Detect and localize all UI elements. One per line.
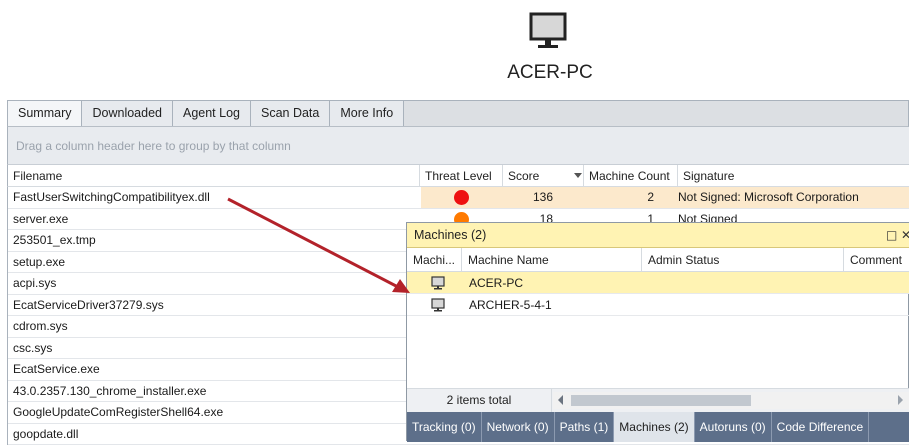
column-header-signature[interactable]: Signature	[678, 165, 909, 187]
filename-cell: 253501_ex.tmp	[13, 230, 96, 251]
maximize-icon[interactable]: □	[886, 223, 897, 248]
column-header-machine-icon[interactable]: Machi...	[407, 248, 462, 272]
tab-tracking[interactable]: Tracking (0)	[407, 412, 482, 442]
tab-agent-log[interactable]: Agent Log	[173, 101, 251, 126]
machine-count-cell: 2	[584, 187, 654, 208]
machine-title: ACER-PC	[480, 62, 620, 84]
monitor-icon	[431, 276, 445, 290]
column-header-machine-count[interactable]: Machine Count	[584, 165, 678, 187]
scrollbar-thumb[interactable]	[571, 395, 751, 406]
scroll-left-icon[interactable]	[558, 395, 563, 405]
filename-cell: goopdate.dll	[13, 424, 78, 445]
monitor-icon	[529, 12, 567, 50]
scroll-right-icon[interactable]	[898, 395, 903, 405]
machine-name-cell: ARCHER-5-4-1	[469, 294, 552, 316]
horizontal-scrollbar[interactable]	[553, 392, 909, 409]
score-cell: 136	[503, 187, 553, 208]
threat-dot-icon	[454, 190, 469, 205]
machines-popup: Machines (2) □ ✕ Machi... Machine Name A…	[406, 222, 909, 441]
popup-footer: 2 items total	[407, 388, 909, 412]
machine-name-cell: ACER-PC	[469, 272, 523, 294]
filename-cell: EcatServiceDriver37279.sys	[13, 295, 164, 316]
filename-cell: acpi.sys	[13, 273, 56, 294]
filename-cell: FastUserSwitchingCompatibilityex.dll	[13, 187, 210, 208]
close-icon[interactable]: ✕	[901, 223, 909, 248]
threat-level-cell	[421, 187, 503, 208]
tab-code-difference[interactable]: Code Difference	[772, 412, 870, 442]
group-by-panel[interactable]: Drag a column header here to group by th…	[7, 127, 909, 165]
signature-cell: Not Signed: Microsoft Corporation	[678, 187, 859, 208]
grid-header: Filename Threat Level Score Machine Coun…	[7, 165, 909, 187]
tab-network[interactable]: Network (0)	[482, 412, 555, 442]
filename-cell: 43.0.2357.130_chrome_installer.exe	[13, 381, 206, 402]
column-header-admin-status[interactable]: Admin Status	[642, 248, 844, 272]
column-header-score[interactable]: Score	[503, 165, 584, 187]
filename-cell: server.exe	[13, 209, 68, 230]
sort-descending-icon	[574, 173, 582, 178]
tab-autoruns[interactable]: Autoruns (0)	[695, 412, 772, 442]
tab-more-info[interactable]: More Info	[330, 101, 404, 126]
popup-grid-header: Machi... Machine Name Admin Status Comme…	[407, 248, 909, 272]
filename-cell: csc.sys	[13, 338, 52, 359]
popup-title: Machines (2)	[407, 223, 909, 248]
column-header-machine-name[interactable]: Machine Name	[462, 248, 642, 272]
table-row[interactable]: ARCHER-5-4-1	[407, 294, 909, 316]
tab-summary[interactable]: Summary	[8, 101, 82, 126]
items-total: 2 items total	[407, 389, 552, 412]
filename-cell: cdrom.sys	[13, 316, 68, 337]
table-row[interactable]: FastUserSwitchingCompatibilityex.dll 136…	[8, 187, 909, 209]
filename-cell: setup.exe	[13, 252, 65, 273]
filename-cell: GoogleUpdateComRegisterShell64.exe	[13, 402, 223, 423]
popup-tabbar: Tracking (0) Network (0) Paths (1) Machi…	[407, 412, 909, 442]
tab-scan-data[interactable]: Scan Data	[251, 101, 330, 126]
tab-downloaded[interactable]: Downloaded	[82, 101, 173, 126]
table-row[interactable]: ACER-PC	[407, 272, 909, 294]
detail-tabbar: Summary Downloaded Agent Log Scan Data M…	[7, 100, 909, 127]
filename-cell: EcatService.exe	[13, 359, 100, 380]
column-header-comment[interactable]: Comment	[844, 248, 909, 272]
tabbar-spacer	[404, 101, 908, 126]
column-header-filename[interactable]: Filename	[8, 165, 420, 187]
column-header-threat-level[interactable]: Threat Level	[420, 165, 503, 187]
tab-machines[interactable]: Machines (2)	[614, 412, 694, 442]
tab-paths[interactable]: Paths (1)	[555, 412, 615, 442]
monitor-icon	[431, 298, 445, 312]
